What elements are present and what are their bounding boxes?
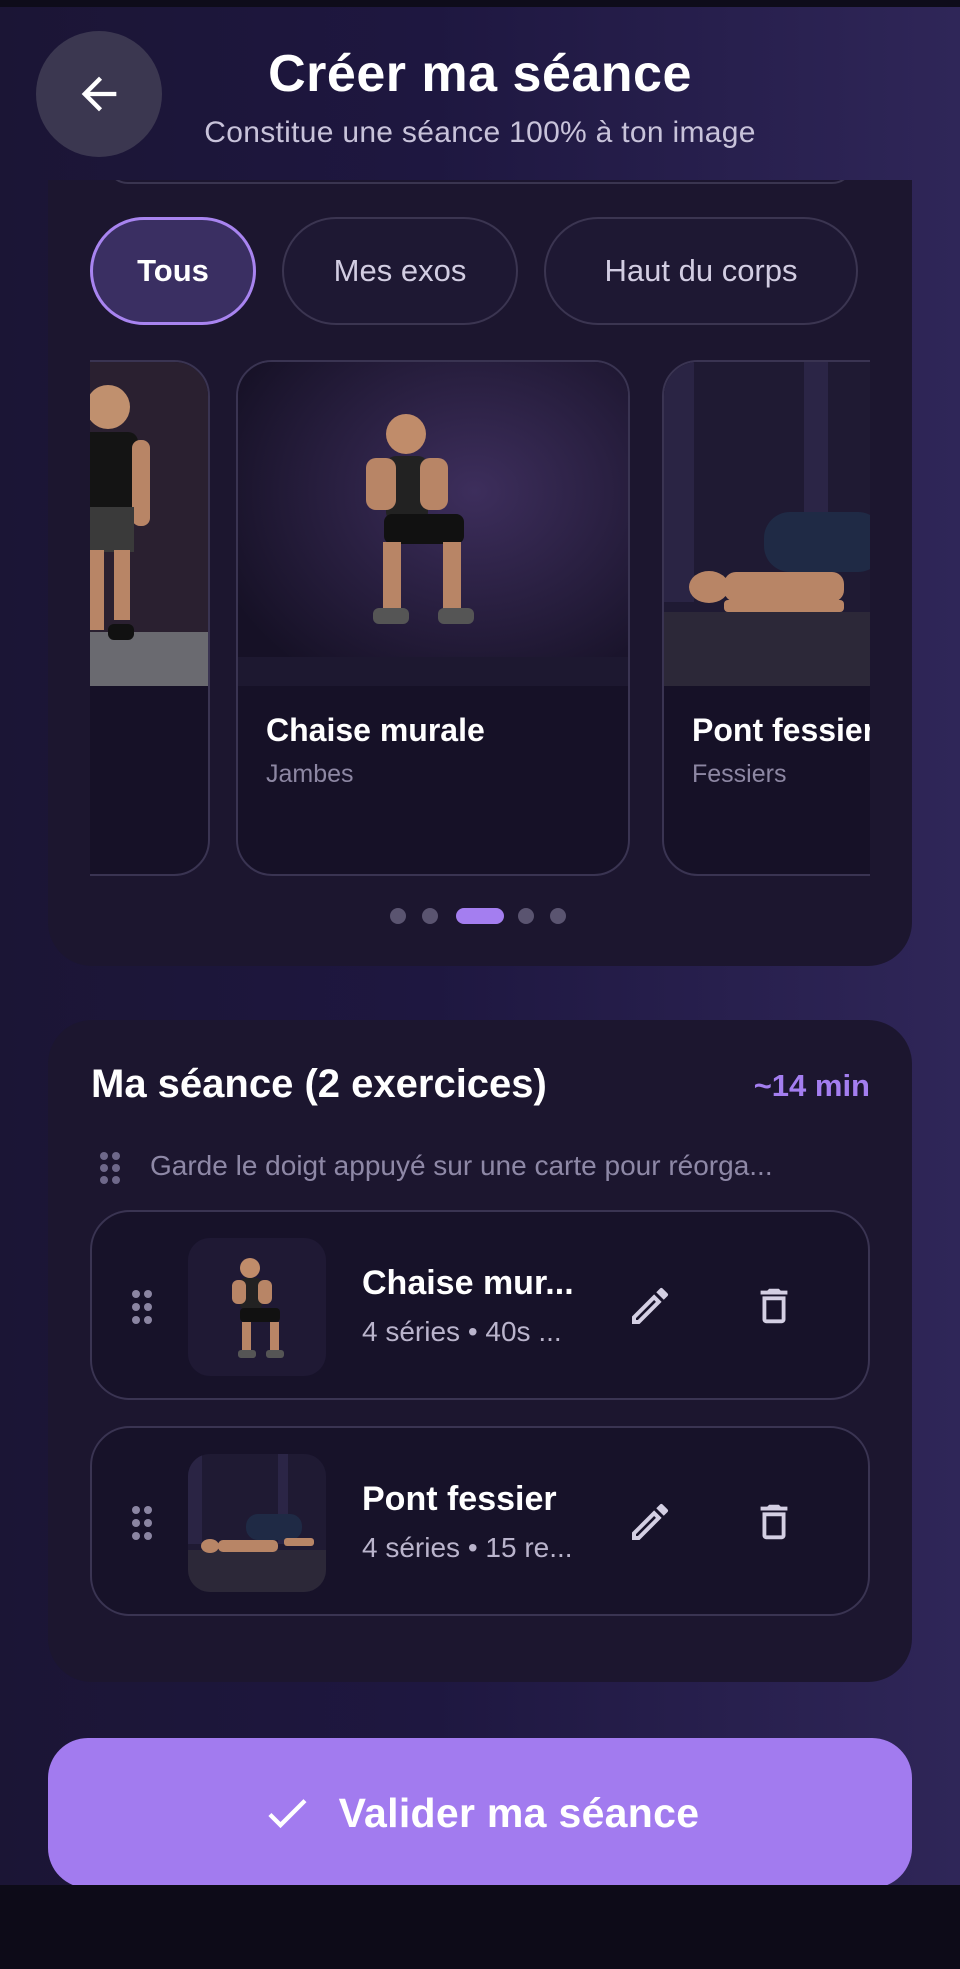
exercise-card[interactable] <box>90 360 210 876</box>
hint-text: Garde le doigt appuyé sur une carte pour… <box>150 1150 773 1181</box>
exercise-card[interactable]: Pont fessier Fessiers <box>662 360 870 876</box>
session-card: Ma séance (2 exercices) ~14 min Garde le… <box>48 1020 912 1682</box>
edit-button[interactable] <box>622 1494 678 1550</box>
page-subtitle: Constitue une séance 100% à ton image <box>204 116 756 149</box>
delete-button[interactable] <box>746 1278 802 1334</box>
session-duration: ~14 min <box>753 1068 870 1103</box>
delete-button[interactable] <box>746 1494 802 1550</box>
filter-chip-all[interactable]: Tous <box>90 217 256 325</box>
exercise-category: Jambes <box>266 760 354 788</box>
reorder-hint: Garde le doigt appuyé sur une carte pour… <box>98 1148 878 1188</box>
pencil-icon <box>632 1287 669 1324</box>
drag-handle-icon[interactable] <box>130 1288 154 1326</box>
exercise-photo <box>664 362 870 686</box>
exercise-name: Chaise murale <box>266 712 485 748</box>
header: Créer ma séance Constitue une séance 100… <box>0 0 960 180</box>
exercise-card[interactable]: Chaise murale Jambes <box>236 360 630 876</box>
pagination-dot[interactable] <box>518 908 534 924</box>
pagination-dot-active[interactable] <box>456 908 504 924</box>
exercise-photo <box>90 362 208 686</box>
bottom-bar <box>0 1885 960 1969</box>
session-item[interactable]: Pont fessier 4 séries • 15 re... <box>90 1426 870 1616</box>
session-item-detail: 4 séries • 15 re... <box>362 1532 573 1563</box>
validate-session-button[interactable]: Valider ma séance <box>48 1738 912 1888</box>
search-field[interactable] <box>106 180 854 184</box>
exercise-name: Pont fessier <box>692 712 870 748</box>
exercise-photo <box>238 362 628 686</box>
exercise-thumbnail <box>188 1454 326 1592</box>
session-item-name: Pont fessier <box>362 1480 557 1518</box>
session-item[interactable]: Chaise mur... 4 séries • 40s ... <box>90 1210 870 1400</box>
exercise-library: Tous Mes exos Haut du corps Chaise mural… <box>48 180 912 966</box>
trash-icon <box>760 1288 788 1324</box>
drag-handle-icon[interactable] <box>130 1504 154 1542</box>
session-title: Ma séance (2 exercices) <box>91 1062 547 1106</box>
pagination-dot[interactable] <box>422 908 438 924</box>
pagination-dot[interactable] <box>550 908 566 924</box>
exercise-carousel[interactable]: Chaise murale Jambes Pont fessier Fessie… <box>90 360 870 876</box>
check-icon <box>268 1799 307 1829</box>
session-item-detail: 4 séries • 40s ... <box>362 1316 562 1347</box>
filter-chip-upper-body[interactable]: Haut du corps <box>544 217 858 325</box>
edit-button[interactable] <box>622 1278 678 1334</box>
page-title: Créer ma séance <box>268 45 692 103</box>
exercise-category: Fessiers <box>692 760 787 788</box>
filter-chip-my-exercises[interactable]: Mes exos <box>282 217 518 325</box>
session-item-name: Chaise mur... <box>362 1264 574 1302</box>
validate-label: Valider ma séance <box>338 1789 700 1836</box>
trash-icon <box>760 1504 788 1540</box>
exercise-thumbnail <box>188 1238 326 1376</box>
pencil-icon <box>632 1503 669 1540</box>
pagination-dot[interactable] <box>390 908 406 924</box>
drag-handle-icon <box>100 1152 120 1184</box>
carousel-pagination <box>48 906 912 926</box>
